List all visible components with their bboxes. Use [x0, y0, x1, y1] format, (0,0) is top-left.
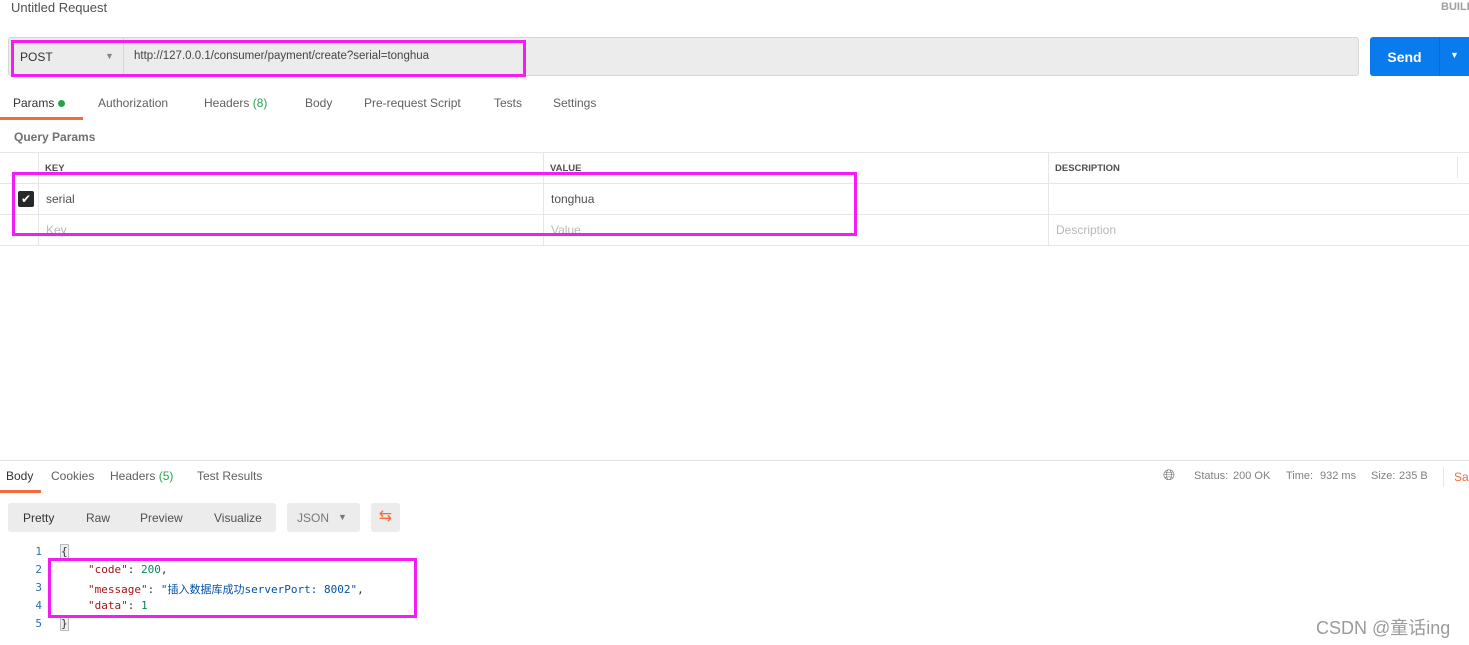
line-number: 1: [35, 545, 42, 558]
response-tab-body[interactable]: Body: [6, 469, 33, 483]
tab-params[interactable]: Params: [13, 96, 65, 110]
status-value: 200 OK: [1233, 470, 1271, 482]
wrap-lines-icon[interactable]: ⇆: [371, 503, 400, 532]
size-label: Size:: [1371, 470, 1396, 482]
globe-icon[interactable]: 🌐︎: [1163, 467, 1175, 484]
status-label: Status:: [1194, 470, 1229, 482]
size-value: 235 B: [1399, 470, 1428, 482]
section-title: Query Params: [14, 130, 96, 144]
tab-settings[interactable]: Settings: [553, 96, 596, 110]
request-title: Untitled Request: [11, 0, 108, 15]
save-response-button[interactable]: Sa: [1454, 470, 1469, 484]
view-pretty[interactable]: Pretty: [23, 511, 54, 525]
view-preview[interactable]: Preview: [140, 511, 183, 525]
highlight-box: [12, 172, 857, 236]
column-header-description: DESCRIPTION: [1055, 163, 1120, 174]
code-line: }: [60, 616, 69, 631]
new-description-input[interactable]: Description: [1056, 223, 1116, 237]
line-number: 2: [35, 563, 42, 576]
tab-headers[interactable]: Headers (8): [204, 96, 267, 110]
chevron-down-icon[interactable]: ▼: [1450, 50, 1459, 60]
format-select[interactable]: JSON ▼: [287, 503, 360, 532]
active-tab-indicator: [0, 490, 41, 493]
time-label: Time:: [1286, 470, 1314, 482]
tab-tests[interactable]: Tests: [494, 96, 522, 110]
view-visualize[interactable]: Visualize: [214, 511, 262, 525]
divider: [1439, 37, 1440, 76]
line-number: 5: [35, 617, 42, 630]
tab-authorization[interactable]: Authorization: [98, 96, 168, 110]
view-mode-group: Pretty Raw Preview Visualize: [8, 503, 276, 532]
time-value: 932 ms: [1320, 470, 1357, 482]
tab-body[interactable]: Body: [305, 96, 332, 110]
response-tab-cookies[interactable]: Cookies: [51, 469, 94, 483]
highlight-box: [48, 558, 417, 618]
format-value: JSON: [297, 511, 330, 525]
build-label[interactable]: BUILD: [1441, 1, 1469, 13]
tab-pre-request-script[interactable]: Pre-request Script: [364, 96, 461, 110]
send-label: Send: [1387, 49, 1422, 65]
line-number: 3: [35, 581, 42, 594]
highlight-box: [11, 40, 526, 77]
watermark: CSDN @童话ing: [1316, 618, 1451, 638]
view-raw[interactable]: Raw: [86, 511, 110, 525]
response-tab-test-results[interactable]: Test Results: [197, 469, 262, 483]
active-tab-indicator: [0, 117, 83, 120]
code-line: {: [60, 544, 69, 559]
send-button[interactable]: Send ▼: [1370, 37, 1469, 76]
status-dot-icon: [57, 100, 65, 107]
response-tab-headers[interactable]: Headers (5): [110, 469, 173, 483]
chevron-down-icon: ▼: [338, 512, 347, 522]
line-number: 4: [35, 599, 42, 612]
